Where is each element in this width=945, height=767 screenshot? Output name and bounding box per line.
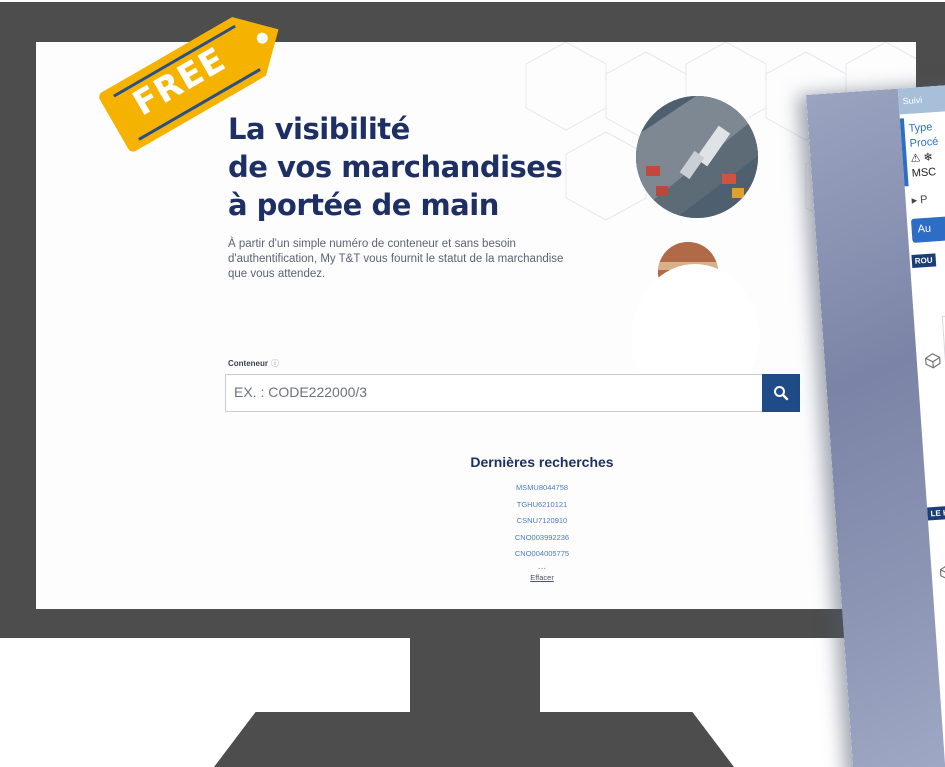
container-number-input[interactable] — [234, 384, 754, 400]
recent-search-link[interactable]: MSMU8044758 — [336, 480, 748, 497]
recent-search-link[interactable]: TGHU6210121 — [336, 497, 748, 514]
clear-history-link[interactable]: Effacer — [336, 571, 748, 585]
hero-title: La visibilité de vos marchandises à port… — [228, 110, 588, 224]
monitor-stand — [214, 712, 734, 767]
port-aerial-photo — [636, 96, 758, 218]
container-label-text: Conteneur — [228, 359, 268, 368]
hero-title-line-1: La visibilité — [228, 112, 410, 146]
info-icon[interactable]: ⓘ — [271, 359, 279, 368]
container-search-box — [225, 374, 800, 412]
toggle-label: P — [919, 193, 928, 207]
search-icon — [774, 386, 789, 401]
container-field-label: Conteneur ⓘ — [228, 358, 279, 369]
port-badge: LE H — [927, 505, 945, 521]
hero-title-line-3: à portée de main — [228, 188, 499, 222]
cube-icon — [939, 564, 945, 580]
recent-searches: Dernières recherches MSMU8044758 TGHU621… — [336, 454, 748, 585]
recent-searches-title: Dernières recherches — [470, 454, 614, 470]
stage: La visibilité de vos marchandises à port… — [0, 0, 945, 767]
recent-search-link[interactable]: CSNU7120910 — [336, 513, 748, 530]
recent-more-indicator: ... — [537, 561, 547, 572]
expand-toggle[interactable]: ▸ P — [911, 189, 945, 207]
hero-description: À partir d'un simple numéro de conteneur… — [228, 238, 564, 280]
search-button[interactable] — [762, 374, 800, 412]
recent-search-link[interactable]: CNO003992236 — [336, 530, 748, 547]
monitor-neck — [410, 636, 540, 714]
app-header: Suivi — [897, 83, 945, 115]
shipment-info: Type Procé ⚠ ❄ MSC — [899, 112, 945, 187]
recent-search-link[interactable]: CNO004005775 — [336, 546, 748, 563]
cube-icon — [925, 353, 941, 369]
app-action-button[interactable]: Au — [910, 214, 945, 243]
route-badge: ROU — [911, 253, 937, 269]
hero-title-line-2: de vos marchandises — [228, 150, 563, 184]
